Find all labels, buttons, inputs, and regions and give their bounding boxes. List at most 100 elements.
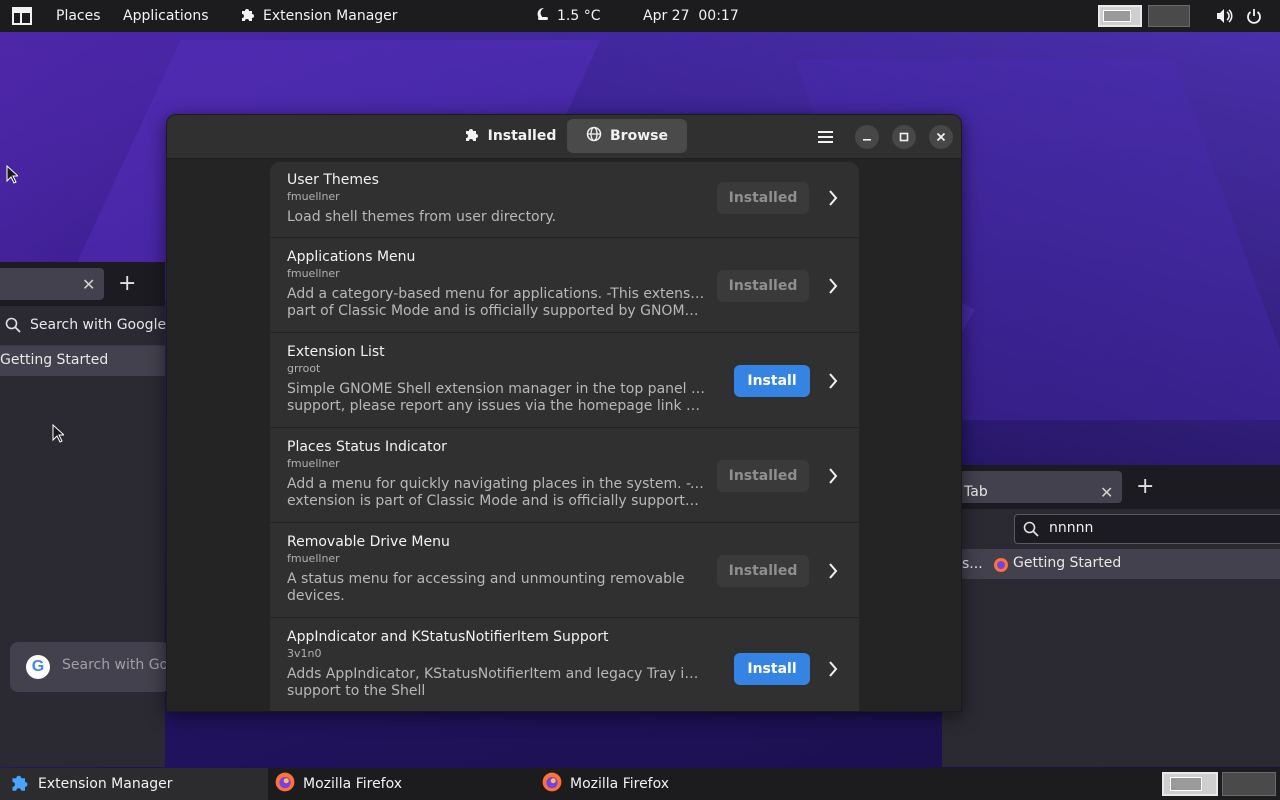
- firefox-icon: [542, 772, 562, 796]
- extension-description: Add a category-based menu for applicatio…: [287, 286, 705, 320]
- volume-icon[interactable]: [1216, 0, 1234, 32]
- extension-row[interactable]: User Themes fmuellner Load shell themes fr…: [270, 162, 859, 238]
- tab-browse[interactable]: Browse: [567, 119, 687, 153]
- install-button[interactable]: Install: [734, 653, 810, 685]
- extension-author: fmuellner: [287, 190, 340, 203]
- description-line: Simple GNOME Shell extension manager in …: [287, 381, 705, 397]
- active-app-label: Extension Manager: [263, 8, 398, 24]
- applications-label: Applications: [123, 8, 209, 24]
- workspace-1[interactable]: [1162, 772, 1218, 796]
- tab-bar: ✕ +: [0, 262, 165, 306]
- workspace-2[interactable]: [1222, 772, 1276, 796]
- firefox-icon: [993, 557, 1009, 577]
- puzzle-icon: [10, 772, 30, 796]
- extension-row[interactable]: Extension List grroot Simple GNOME Shell e…: [270, 334, 859, 428]
- chevron-right-icon[interactable]: [826, 277, 840, 295]
- installed-button[interactable]: Installed: [717, 270, 809, 302]
- task-label: Mozilla Firefox: [303, 776, 403, 792]
- places-label: Places: [56, 8, 101, 24]
- new-tab-icon[interactable]: +: [1136, 474, 1154, 499]
- close-icon[interactable]: [929, 125, 953, 149]
- installed-button[interactable]: Installed: [717, 460, 809, 492]
- extension-name: Removable Drive Menu: [287, 534, 450, 550]
- bookmark-getting-started[interactable]: Getting Started: [0, 352, 108, 368]
- extension-name: Extension List: [287, 344, 385, 360]
- extension-author: fmuellner: [287, 267, 340, 280]
- extension-row[interactable]: AppIndicator and KStatusNotifierItem Sup…: [270, 619, 859, 711]
- applications-menu[interactable]: Applications: [123, 0, 209, 32]
- workspace-2[interactable]: [1148, 5, 1190, 27]
- tab-installed[interactable]: Installed: [451, 119, 569, 153]
- install-button[interactable]: Install: [734, 365, 810, 397]
- puzzle-icon: [240, 6, 256, 26]
- chevron-right-icon[interactable]: [826, 467, 840, 485]
- task-label: Mozilla Firefox: [570, 776, 670, 792]
- bookmarks-toolbar: Getting Started: [0, 346, 165, 376]
- extension-name: Applications Menu: [287, 249, 416, 265]
- extension-description: Load shell themes from user directory.: [287, 209, 705, 226]
- active-app-menu[interactable]: Extension Manager: [240, 0, 398, 32]
- url-input[interactable]: nnnnn: [1014, 514, 1280, 544]
- tab-bar: Tab ✕ +: [942, 465, 1280, 509]
- new-tab-icon[interactable]: +: [118, 271, 136, 296]
- url-bar: nnnnn: [942, 509, 1280, 549]
- google-logo-icon: G: [26, 655, 50, 679]
- header-bar: Installed Browse: [167, 115, 961, 159]
- bookmark-overflow[interactable]: s...: [962, 556, 983, 572]
- extension-description: Simple GNOME Shell extension manager in …: [287, 381, 705, 415]
- google-search-box[interactable]: G Search with Go: [10, 642, 170, 692]
- window-layout-icon[interactable]: [12, 0, 32, 32]
- extension-row[interactable]: Places Status Indicator fmuellner Add a me…: [270, 429, 859, 523]
- task-label: Extension Manager: [38, 776, 173, 792]
- maximize-icon[interactable]: [892, 125, 916, 149]
- bookmark-getting-started[interactable]: Getting Started: [1013, 555, 1121, 571]
- task-firefox[interactable]: Mozilla Firefox: [275, 768, 402, 800]
- description-line: part of Classic Mode and is officially s…: [287, 303, 705, 319]
- workspace-window-thumb: [1103, 10, 1131, 22]
- installed-button[interactable]: Installed: [717, 182, 809, 214]
- clock[interactable]: Apr 27 00:17: [643, 0, 739, 32]
- close-tab-icon[interactable]: ✕: [1100, 483, 1113, 502]
- globe-icon: [586, 126, 602, 146]
- url-bar[interactable]: Search with Google: [0, 306, 167, 346]
- description-line: Add a menu for quickly navigating places…: [287, 476, 705, 492]
- extension-row[interactable]: Applications Menu fmuellner Add a category…: [270, 239, 859, 333]
- extension-author: fmuellner: [287, 457, 340, 470]
- task-extension-manager[interactable]: Extension Manager: [0, 768, 268, 800]
- url-placeholder: Search with Google: [30, 317, 167, 333]
- extension-description: A status menu for accessing and unmounti…: [287, 571, 705, 605]
- hamburger-menu-icon[interactable]: [815, 127, 837, 147]
- close-tab-icon[interactable]: ✕: [82, 275, 95, 294]
- power-icon[interactable]: [1246, 0, 1262, 32]
- mouse-pointer-icon: [52, 424, 64, 443]
- installed-button[interactable]: Installed: [717, 555, 809, 587]
- tab-browse-label: Browse: [610, 128, 668, 144]
- chevron-right-icon[interactable]: [826, 372, 840, 390]
- workspace-window-thumb: [1170, 777, 1202, 791]
- search-icon: [5, 317, 21, 337]
- extension-description: Add a menu for quickly navigating places…: [287, 476, 705, 510]
- description-line: A status menu for accessing and unmounti…: [287, 571, 685, 587]
- task-firefox[interactable]: Mozilla Firefox: [542, 768, 669, 800]
- tab-label: Tab: [964, 484, 988, 500]
- workspace-1[interactable]: [1098, 5, 1142, 27]
- weather-indicator[interactable]: 1.5 °C: [534, 0, 601, 32]
- chevron-right-icon[interactable]: [826, 562, 840, 580]
- firefox-window-left[interactable]: ✕ + Search with Google Getting Started G…: [0, 262, 170, 767]
- description-line: Adds AppIndicator, KStatusNotifierItem a…: [287, 666, 705, 682]
- minimize-icon[interactable]: [855, 125, 879, 149]
- search-icon: [1023, 521, 1039, 541]
- url-text: nnnnn: [1049, 520, 1094, 536]
- firefox-icon: [275, 772, 295, 796]
- mouse-pointer-icon: [6, 165, 18, 184]
- description-line: devices.: [287, 588, 345, 604]
- browser-tab[interactable]: Tab ✕: [942, 471, 1122, 503]
- chevron-right-icon[interactable]: [826, 660, 840, 678]
- extension-row[interactable]: Removable Drive Menu fmuellner A status me…: [270, 524, 859, 618]
- chevron-right-icon[interactable]: [826, 189, 840, 207]
- firefox-window-right[interactable]: Tab ✕ + nnnnn s... Getting Started: [942, 465, 1280, 767]
- places-menu[interactable]: Places: [56, 0, 101, 32]
- extension-description: Adds AppIndicator, KStatusNotifierItem a…: [287, 666, 705, 700]
- page-content: [0, 376, 165, 767]
- night-weather-icon: [534, 6, 550, 26]
